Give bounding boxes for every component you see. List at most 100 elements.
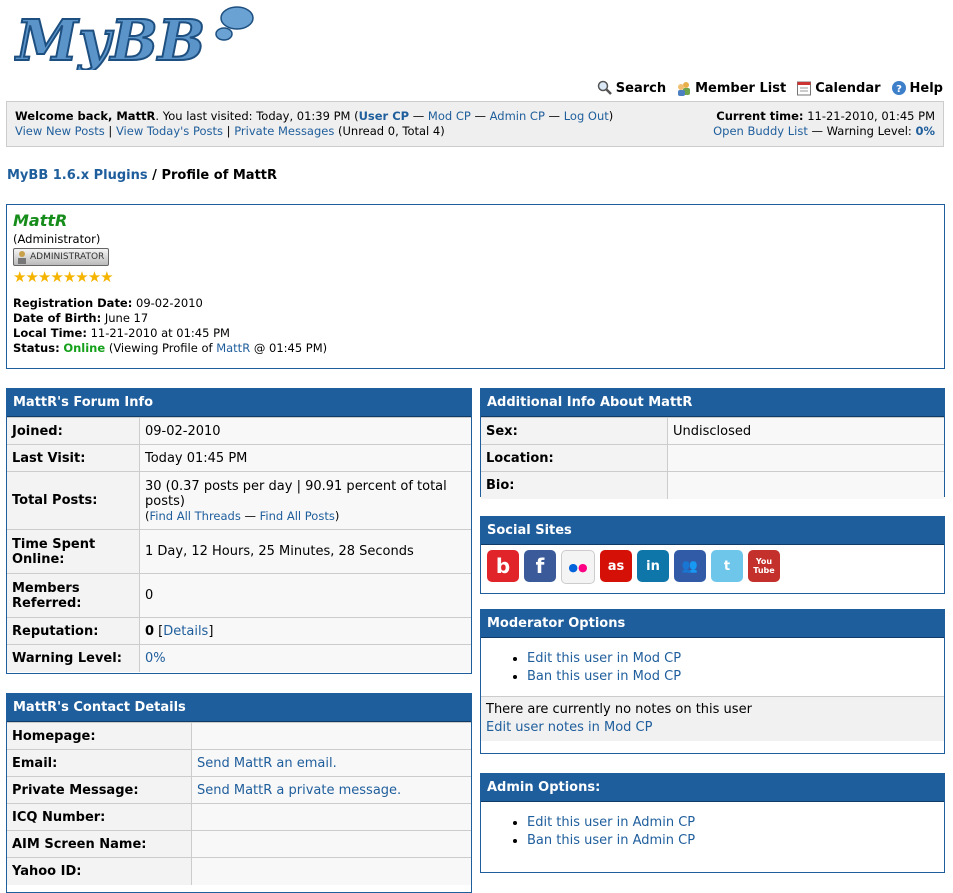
logout-link[interactable]: Log Out	[564, 109, 609, 123]
top-links: Search Member List Calendar ? Help	[597, 80, 943, 96]
last-visit-value: Today 01:45 PM	[139, 444, 471, 472]
admin-ban-user-link[interactable]: Ban this user in Admin CP	[527, 833, 695, 848]
contact-details-panel: MattR's Contact Details Homepage: Email:…	[6, 693, 472, 893]
current-time-label: Current time:	[716, 109, 804, 123]
myspace-icon[interactable]: 👥	[674, 550, 706, 582]
bio-label: Bio:	[481, 471, 668, 499]
search-link[interactable]: Search	[597, 80, 666, 96]
mod-ban-user-link[interactable]: Ban this user in Mod CP	[527, 669, 681, 684]
administrator-badge: ADMINISTRATOR	[13, 248, 110, 266]
mod-edit-user-link[interactable]: Edit this user in Mod CP	[527, 651, 681, 666]
welcome-user: MattR	[116, 109, 156, 123]
breadcrumb-separator: /	[152, 168, 157, 183]
profile-username: MattR	[13, 211, 68, 230]
last-visited-text: . You last visited: Today, 01:39 PM (	[155, 109, 359, 123]
members-referred-label: Members Referred:	[7, 573, 140, 618]
star-icon: ★	[62, 268, 76, 286]
status-user-link[interactable]: MattR	[216, 341, 250, 355]
joined-label: Joined:	[7, 417, 140, 445]
calendar-link[interactable]: Calendar	[796, 80, 881, 96]
profile-summary: MattR (Administrator) ADMINISTRATOR ★★★★…	[6, 204, 945, 369]
local-time-value: 11-21-2010 at 01:45 PM	[90, 326, 230, 340]
breadcrumb: MyBB 1.6.x Plugins / Profile of MattR	[7, 168, 277, 183]
admin-options-title: Admin Options:	[481, 774, 944, 802]
admin-edit-user-link[interactable]: Edit this user in Admin CP	[527, 815, 695, 830]
twitter-icon[interactable]: t	[711, 550, 743, 582]
moderator-options-panel: Moderator Options Edit this user in Mod …	[480, 609, 945, 754]
admin-options-panel: Admin Options: Edit this user in Admin C…	[480, 773, 945, 873]
logo-text: MyBB	[14, 8, 205, 70]
bebo-icon[interactable]: b	[487, 550, 519, 582]
icq-label: ICQ Number:	[7, 803, 192, 831]
linkedin-icon[interactable]: in	[637, 550, 669, 582]
contact-details-title: MattR's Contact Details	[7, 694, 471, 722]
reputation-details-link[interactable]: Details	[163, 624, 208, 639]
help-icon: ?	[891, 81, 906, 95]
mybb-logo[interactable]: MyBB	[13, 2, 259, 75]
moderator-options-title: Moderator Options	[481, 610, 944, 638]
warning-level-label: Warning Level:	[7, 644, 140, 672]
pm-counts: (Unread 0, Total 4)	[338, 124, 445, 138]
buddy-list-link[interactable]: Open Buddy List	[713, 124, 808, 138]
reg-date-label: Registration Date:	[13, 296, 133, 310]
find-posts-link[interactable]: Find All Posts	[260, 509, 335, 523]
status-detail: (Viewing Profile of	[108, 341, 217, 355]
user-cp-link[interactable]: User CP	[359, 109, 410, 123]
no-notes-text: There are currently no notes on this use…	[486, 702, 752, 717]
social-sites-title: Social Sites	[481, 517, 944, 545]
total-posts-label: Total Posts:	[7, 471, 140, 530]
send-email-link[interactable]: Send MattR an email.	[197, 756, 337, 771]
admin-user-icon	[18, 251, 26, 264]
additional-info-title: Additional Info About MattR	[481, 389, 944, 417]
yahoo-label: Yahoo ID:	[7, 857, 192, 885]
current-time: 11-21-2010, 01:45 PM	[807, 109, 935, 123]
total-posts-value: 30 (0.37 posts per day | 90.91 percent o…	[145, 478, 447, 509]
reputation-value: 0	[145, 623, 155, 639]
members-referred-value: 0	[139, 573, 471, 618]
social-sites-panel: Social Sites b f ● ● as in 👥 t You Tube	[480, 516, 945, 594]
welcome-panel: Welcome back, MattR. You last visited: T…	[6, 101, 944, 147]
homepage-label: Homepage:	[7, 722, 192, 750]
warning-level-value[interactable]: 0%	[145, 651, 166, 666]
location-label: Location:	[481, 444, 668, 472]
forum-info-panel: MattR's Forum Info Joined: 09-02-2010 Las…	[6, 388, 472, 674]
breadcrumb-forum-link[interactable]: MyBB 1.6.x Plugins	[7, 168, 148, 183]
forum-info-title: MattR's Forum Info	[7, 389, 471, 417]
reputation-label: Reputation:	[7, 617, 140, 645]
mod-cp-link[interactable]: Mod CP	[428, 109, 471, 123]
lastfm-icon[interactable]: as	[600, 550, 632, 582]
view-todays-posts-link[interactable]: View Today's Posts	[116, 124, 223, 138]
user-title: (Administrator)	[13, 232, 101, 246]
star-icon: ★	[37, 268, 51, 286]
sex-label: Sex:	[481, 417, 668, 445]
view-new-posts-link[interactable]: View New Posts	[15, 124, 105, 138]
help-link[interactable]: ? Help	[891, 80, 943, 96]
additional-info-panel: Additional Info About MattR Sex: Undisclo…	[480, 388, 945, 499]
star-icon: ★	[75, 268, 88, 286]
warning-level-link[interactable]: 0%	[915, 124, 935, 138]
member-list-link[interactable]: Member List	[676, 80, 786, 96]
reg-date-value: 09-02-2010	[136, 296, 203, 310]
email-label: Email:	[7, 749, 192, 777]
sex-value: Undisclosed	[667, 417, 944, 445]
star-icon: ★	[100, 268, 113, 286]
status-label: Status:	[13, 341, 60, 355]
star-icon: ★	[25, 268, 38, 286]
social-icons-row: b f ● ● as in 👥 t You Tube	[481, 545, 944, 589]
dob-value: June 17	[104, 311, 149, 325]
search-icon	[597, 80, 612, 95]
youtube-icon[interactable]: You Tube	[748, 550, 780, 582]
send-pm-link[interactable]: Send MattR a private message.	[197, 783, 401, 798]
find-threads-link[interactable]: Find All Threads	[150, 509, 241, 523]
facebook-icon[interactable]: f	[524, 550, 556, 582]
warning-label: — Warning Level:	[811, 124, 912, 138]
edit-notes-link[interactable]: Edit user notes in Mod CP	[486, 720, 652, 735]
welcome-prefix: Welcome back,	[15, 109, 117, 123]
breadcrumb-current: Profile of MattR	[161, 168, 278, 183]
private-messages-link[interactable]: Private Messages	[234, 124, 334, 138]
dob-label: Date of Birth:	[13, 311, 102, 325]
members-icon	[678, 82, 691, 96]
admin-cp-link[interactable]: Admin CP	[490, 109, 545, 123]
flickr-icon[interactable]: ● ●	[561, 550, 595, 584]
time-online-label: Time Spent Online:	[7, 529, 140, 574]
